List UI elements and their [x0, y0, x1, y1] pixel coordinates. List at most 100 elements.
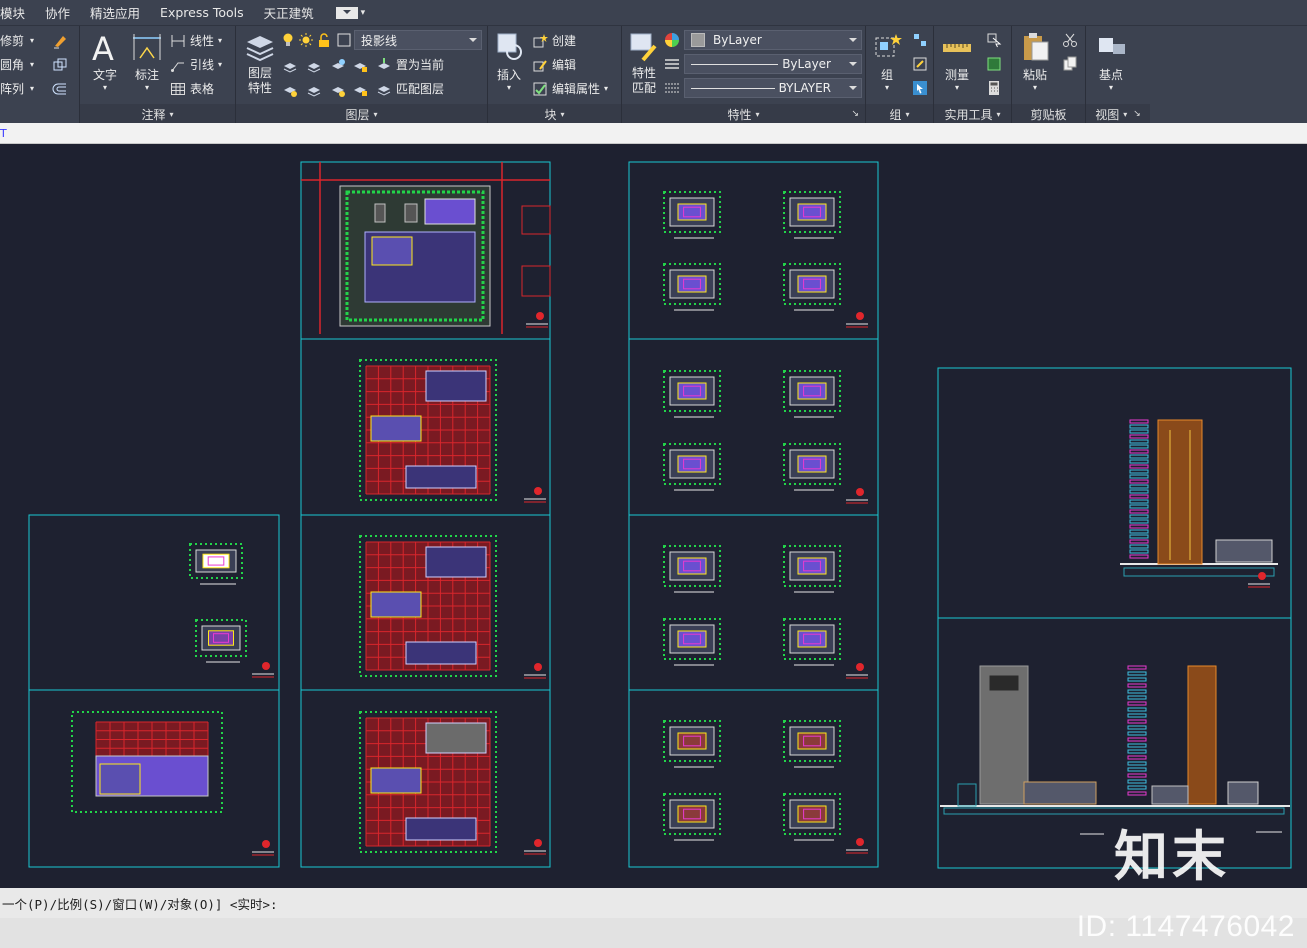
cad-drawing[interactable]: [0, 144, 1307, 888]
podium-plan: [425, 546, 487, 578]
quick-select-icon[interactable]: [986, 32, 1002, 48]
copy-icon[interactable]: [52, 57, 68, 73]
paste-button[interactable]: 粘贴 ▾: [1018, 30, 1052, 92]
core-area: [677, 805, 707, 823]
linear-dimension-button[interactable]: 线性 ▾: [170, 32, 222, 49]
edit-attributes-button[interactable]: 编辑属性 ▾: [532, 80, 608, 97]
panel-title-clipboard[interactable]: 剪贴板: [1012, 104, 1085, 124]
podium-plan: [405, 641, 477, 665]
menu-item-express-tools[interactable]: Express Tools: [150, 5, 254, 20]
linetype-dropdown[interactable]: ByLayer: [684, 54, 862, 74]
lineweight-dropdown[interactable]: BYLAYER: [684, 78, 862, 98]
match-properties-button[interactable]: 特性 匹配: [626, 30, 662, 96]
floor-band: [1127, 689, 1147, 694]
layer-off-icon[interactable]: [282, 58, 298, 74]
color-swatch: [691, 33, 705, 47]
floor-band: [1129, 454, 1149, 459]
panel-title-view[interactable]: 视图 ▾ ↘: [1086, 104, 1150, 124]
base-point-button[interactable]: 基点 ▾: [1094, 30, 1128, 92]
measure-button[interactable]: 测量 ▾: [940, 30, 974, 92]
layer-lock-icon[interactable]: [352, 58, 368, 74]
chevron-down-icon[interactable]: ▾: [361, 8, 366, 18]
floor-band: [1127, 785, 1147, 790]
floor-band: [1127, 773, 1147, 778]
layer-isolate-icon[interactable]: [306, 58, 322, 74]
erase-icon[interactable]: [52, 33, 68, 49]
floor-band: [1129, 504, 1149, 509]
trim-button[interactable]: 修剪 ▾: [0, 32, 34, 49]
layer-properties-button[interactable]: 图层 特性: [240, 30, 280, 96]
bulb-on-icon[interactable]: [280, 32, 296, 48]
table-icon: [171, 82, 185, 95]
panel-properties: 特性 匹配 ByLayer ByLayer BYLAYER 特性 ▾ ↘: [622, 26, 866, 124]
panel-title-properties[interactable]: 特性 ▾ ↘: [622, 104, 865, 124]
group-button[interactable]: 组 ▾: [870, 30, 904, 92]
tower-footprint: [371, 236, 413, 266]
panel-modify: 修剪 ▾ 圆角 ▾ 阵列 ▾: [0, 26, 80, 124]
menu-item-featured-apps[interactable]: 精选应用: [80, 3, 150, 22]
panel-title-group[interactable]: 组 ▾: [866, 104, 933, 124]
tower-core: [370, 767, 422, 794]
table-button[interactable]: 表格: [170, 80, 214, 97]
set-current-icon: [378, 57, 390, 69]
core-area: [677, 382, 707, 400]
layer-thaw-icon[interactable]: [330, 82, 346, 98]
fillet-button[interactable]: 圆角 ▾: [0, 56, 34, 73]
insert-icon: [497, 33, 522, 60]
array-button[interactable]: 阵列 ▾: [0, 80, 34, 97]
text-button[interactable]: A 文字 ▾: [88, 30, 122, 92]
tower-elevation: [1157, 419, 1203, 565]
floor-band: [1129, 419, 1149, 424]
floor-band: [1129, 429, 1149, 434]
set-current-layer-button[interactable]: 置为当前: [376, 56, 444, 73]
podium-elevation: [1215, 539, 1273, 563]
edit-block-button[interactable]: 编辑: [532, 56, 576, 73]
panel-title-layers[interactable]: 图层 ▾: [236, 104, 487, 124]
floor-band: [1129, 529, 1149, 534]
tab-marker[interactable]: T: [0, 127, 7, 140]
floor-band: [1129, 479, 1149, 484]
match-layer-button[interactable]: 匹配图层: [376, 80, 444, 97]
create-block-button[interactable]: 创建: [532, 32, 576, 49]
color-dropdown[interactable]: ByLayer: [684, 30, 862, 50]
linetype-icon[interactable]: [664, 56, 680, 72]
group-select-icon[interactable]: [912, 80, 928, 96]
layer-walk-icon[interactable]: [282, 82, 298, 98]
menu-bar: 模块 协作 精选应用 Express Tools 天正建筑 ▾: [0, 0, 1307, 25]
command-prompt-text: 一个(P)/比例(S)/窗口(W)/对象(O)] <实时>:: [2, 896, 278, 912]
leader-button[interactable]: 引线 ▾: [170, 56, 222, 73]
layer-color-swatch-icon[interactable]: [336, 32, 352, 48]
dimension-button[interactable]: 标注 ▾: [130, 30, 164, 92]
podium-plan: [425, 370, 487, 402]
panel-title-utilities[interactable]: 实用工具 ▾: [934, 104, 1011, 124]
watermark-id: ID: 1147476042: [1076, 910, 1295, 943]
current-layer-dropdown[interactable]: 投影线: [354, 30, 482, 50]
cut-icon[interactable]: [1062, 32, 1078, 48]
ungroup-icon[interactable]: [912, 32, 928, 48]
menu-item-collaborate[interactable]: 协作: [35, 3, 80, 22]
lock-open-icon[interactable]: [316, 32, 332, 48]
lineweight-icon[interactable]: [664, 80, 680, 96]
ribbon-display-toggle-icon[interactable]: [335, 6, 358, 19]
podium-elevation: [1023, 781, 1097, 805]
layer-unlock-icon[interactable]: [352, 82, 368, 98]
panel-title-annotation[interactable]: 注释 ▾: [80, 104, 235, 124]
core-area: [797, 203, 827, 221]
floor-band: [1127, 743, 1147, 748]
core-area: [677, 732, 707, 750]
layer-merge-icon[interactable]: [306, 82, 322, 98]
menu-item-modules[interactable]: 模块: [0, 3, 35, 22]
sun-icon[interactable]: [298, 32, 314, 48]
edit-block-icon: [533, 59, 547, 71]
drawing-canvas[interactable]: [0, 144, 1307, 888]
insert-block-button[interactable]: 插入 ▾: [492, 30, 526, 92]
group-edit-icon[interactable]: [912, 56, 928, 72]
layer-freeze-icon[interactable]: [330, 58, 346, 74]
menu-item-tangent-architecture[interactable]: 天正建筑: [254, 3, 324, 22]
panel-title-block[interactable]: 块 ▾: [488, 104, 621, 124]
color-wheel-icon[interactable]: [664, 32, 680, 48]
calculator-icon[interactable]: [986, 80, 1002, 96]
offset-icon[interactable]: [52, 81, 68, 97]
select-all-icon[interactable]: [986, 56, 1002, 72]
copy-clip-icon[interactable]: [1062, 56, 1078, 72]
